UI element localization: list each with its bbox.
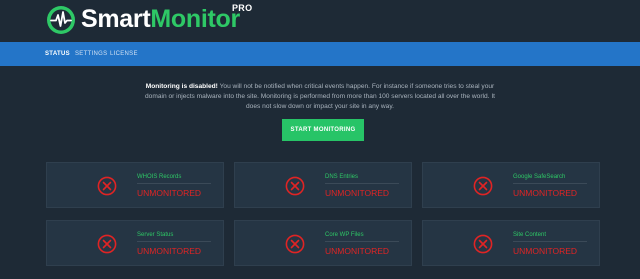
x-circle-icon — [473, 176, 493, 196]
monitor-card-core-wp-files: Core WP Files UNMONITORED — [234, 220, 412, 266]
card-status: UNMONITORED — [325, 246, 390, 256]
card-status: UNMONITORED — [513, 188, 578, 198]
card-divider — [137, 241, 211, 242]
card-divider — [325, 183, 399, 184]
monitoring-notice: Monitoring is disabled! You will not be … — [140, 82, 500, 112]
tab-status[interactable]: STATUS — [45, 42, 70, 66]
x-circle-icon — [285, 234, 305, 254]
monitor-card-whois-records: WHOIS Records UNMONITORED — [46, 162, 224, 208]
notice-strong: Monitoring is disabled! — [145, 83, 218, 90]
card-divider — [513, 241, 587, 242]
x-circle-icon — [285, 176, 305, 196]
header: SmartMonitor PRO — [0, 0, 640, 42]
card-title: Core WP Files — [325, 232, 364, 238]
card-title: DNS Entries — [325, 174, 359, 180]
brand-name: SmartMonitor — [81, 5, 240, 33]
pro-badge: PRO — [232, 3, 253, 13]
start-monitoring-button[interactable]: START MONITORING — [282, 119, 364, 141]
card-divider — [325, 241, 399, 242]
pulse-shield-icon — [47, 6, 75, 34]
card-divider — [137, 183, 211, 184]
monitor-card-server-status: Server Status UNMONITORED — [46, 220, 224, 266]
tab-license[interactable]: LICENSE — [110, 42, 138, 66]
brand-name-part1: Smart — [81, 5, 151, 33]
x-circle-icon — [97, 234, 117, 254]
card-status: UNMONITORED — [137, 188, 202, 198]
card-title: Site Content — [513, 232, 547, 238]
tab-settings[interactable]: SETTINGS — [75, 42, 107, 66]
card-status: UNMONITORED — [325, 188, 390, 198]
x-circle-icon — [473, 234, 493, 254]
card-title: Server Status — [137, 232, 174, 238]
brand-name-part2: Monitor — [150, 5, 240, 33]
card-title: Google SafeSearch — [513, 174, 566, 180]
card-title: WHOIS Records — [137, 174, 182, 180]
monitor-card-site-content: Site Content UNMONITORED — [422, 220, 600, 266]
monitor-card-google-safesearch: Google SafeSearch UNMONITORED — [422, 162, 600, 208]
card-status: UNMONITORED — [137, 246, 202, 256]
card-divider — [513, 183, 587, 184]
monitor-card-dns-entries: DNS Entries UNMONITORED — [234, 162, 412, 208]
x-circle-icon — [97, 176, 117, 196]
card-status: UNMONITORED — [513, 246, 578, 256]
nav-bar: STATUS SETTINGS LICENSE — [0, 42, 640, 66]
